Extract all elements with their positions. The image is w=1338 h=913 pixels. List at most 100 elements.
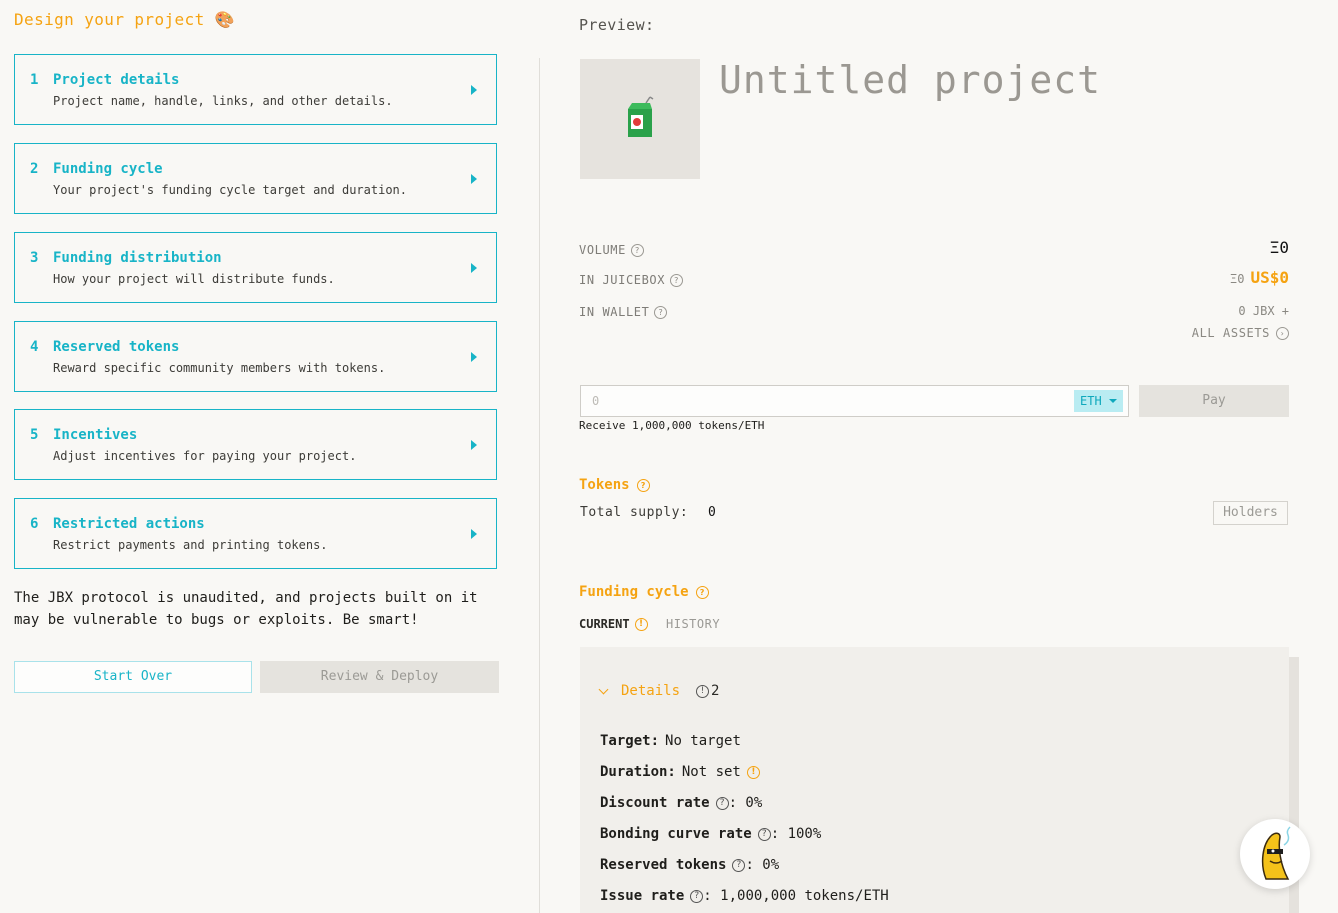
detail-key: Reserved tokens (600, 857, 727, 873)
tokens-title-text: Tokens (579, 477, 630, 493)
pay-amount-input[interactable]: 0 ETH (580, 385, 1129, 417)
caret-right-icon (471, 174, 477, 184)
step-description: Your project's funding cycle target and … (53, 183, 408, 197)
caret-down-icon (1109, 399, 1117, 403)
detail-key: Target: (600, 733, 660, 749)
design-title-text: Design your project (14, 10, 205, 29)
help-icon[interactable]: ? (732, 858, 746, 872)
step-number: 3 (30, 250, 39, 266)
project-logo (580, 59, 700, 179)
step-title: Reserved tokens (53, 339, 180, 355)
detail-issue-rate: Issue rate ? : 1,000,000 tokens/ETH (600, 888, 889, 904)
step-number: 5 (30, 427, 39, 443)
step-description: How your project will distribute funds. (53, 272, 335, 286)
step-description: Project name, handle, links, and other d… (53, 94, 393, 108)
volume-value: Ξ0 (1269, 238, 1289, 257)
help-icon[interactable]: ? (670, 273, 684, 287)
step-description: Adjust incentives for paying your projec… (53, 449, 357, 463)
detail-value: Not set (681, 764, 741, 780)
wallet-label: IN WALLET ? (579, 305, 668, 319)
review-deploy-button[interactable]: Review & Deploy (260, 661, 499, 693)
caret-right-icon (471, 529, 477, 539)
help-icon[interactable]: ? (654, 305, 668, 319)
details-count-value: 2 (711, 683, 720, 699)
detail-bonding-curve: Bonding curve rate ? : 100% (600, 826, 821, 842)
juicebox-label: IN JUICEBOX ? (579, 273, 684, 287)
help-icon[interactable]: ? (690, 889, 704, 903)
caret-right-icon (471, 440, 477, 450)
step-incentives[interactable]: 5 Incentives Adjust incentives for payin… (14, 409, 497, 480)
tab-current-label: CURRENT (579, 617, 630, 631)
juicebox-eth-value: Ξ0 (1230, 272, 1245, 286)
tokens-section-title: Tokens ? (579, 477, 650, 493)
receive-rate-text: Receive 1,000,000 tokens/ETH (579, 419, 765, 432)
exclamation-icon: ! (634, 617, 648, 631)
all-assets-text: ALL ASSETS (1191, 326, 1270, 340)
help-icon[interactable]: ? (715, 796, 729, 810)
step-title: Funding distribution (53, 250, 222, 266)
juicebox-label-text: IN JUICEBOX (579, 273, 666, 287)
step-funding-distribution[interactable]: 3 Funding distribution How your project … (14, 232, 497, 303)
step-number: 6 (30, 516, 39, 532)
step-number: 2 (30, 161, 39, 177)
step-project-details[interactable]: 1 Project details Project name, handle, … (14, 54, 497, 125)
help-icon[interactable]: ? (695, 585, 709, 599)
step-funding-cycle[interactable]: 2 Funding cycle Your project's funding c… (14, 143, 497, 214)
pay-placeholder: 0 (592, 394, 600, 408)
start-over-button[interactable]: Start Over (14, 661, 252, 693)
step-restricted-actions[interactable]: 6 Restricted actions Restrict payments a… (14, 498, 497, 569)
palette-icon: 🎨 (214, 10, 235, 29)
detail-reserved-tokens: Reserved tokens ? : 0% (600, 857, 779, 873)
exclamation-icon: ! (696, 684, 710, 698)
tab-current[interactable]: CURRENT ! (579, 617, 648, 631)
caret-right-icon (471, 352, 477, 362)
detail-value: : 100% (770, 826, 822, 842)
detail-target: Target: No target (600, 733, 741, 749)
details-label: Details (621, 683, 681, 699)
detail-value: : 1,000,000 tokens/ETH (703, 888, 889, 904)
funding-cycle-title-text: Funding cycle (579, 584, 689, 600)
preview-label: Preview: (579, 16, 655, 34)
help-icon[interactable]: ? (630, 243, 644, 257)
juicebox-icon (628, 96, 654, 137)
detail-value: : 0% (728, 795, 763, 811)
funding-cycle-panel: Details ! 2 Target: No target Duration: … (580, 647, 1289, 913)
step-number: 4 (30, 339, 39, 355)
step-title: Funding cycle (53, 161, 163, 177)
total-supply-label: Total supply: (580, 505, 689, 520)
juicebox-usd-value: US$0 (1250, 268, 1289, 287)
arrow-right-circle-icon: › (1276, 326, 1289, 340)
pay-button[interactable]: Pay (1139, 385, 1289, 417)
detail-discount-rate: Discount rate ? : 0% (600, 795, 762, 811)
detail-value: : 0% (745, 857, 780, 873)
caret-right-icon (471, 85, 477, 95)
detail-key: Discount rate (600, 795, 710, 811)
banny-avatar-button[interactable] (1240, 819, 1310, 889)
help-icon[interactable]: ? (636, 478, 650, 492)
caret-right-icon (471, 263, 477, 273)
currency-select[interactable]: ETH (1074, 390, 1123, 412)
step-title: Project details (53, 72, 180, 88)
detail-key: Issue rate (600, 888, 685, 904)
tab-history[interactable]: HISTORY (666, 617, 720, 631)
step-description: Reward specific community members with t… (53, 361, 386, 375)
step-title: Restricted actions (53, 516, 205, 532)
help-icon[interactable]: ? (757, 827, 771, 841)
step-reserved-tokens[interactable]: 4 Reserved tokens Reward specific commun… (14, 321, 497, 392)
banana-mascot-icon (1261, 826, 1291, 880)
funding-cycle-title: Funding cycle ? (579, 584, 709, 600)
total-supply-value: 0 (708, 505, 716, 520)
column-divider (539, 58, 540, 913)
unaudited-warning: The JBX protocol is unaudited, and proje… (14, 590, 478, 628)
volume-label-text: VOLUME (579, 243, 626, 257)
warning-icon[interactable]: ! (746, 765, 760, 779)
holders-button[interactable]: Holders (1213, 501, 1288, 525)
step-number: 1 (30, 72, 39, 88)
design-title: Design your project 🎨 (14, 10, 235, 29)
all-assets-link[interactable]: ALL ASSETS › (1192, 326, 1289, 340)
volume-label: VOLUME ? (579, 243, 644, 257)
details-toggle[interactable]: Details ! 2 (598, 683, 720, 699)
detail-value: No target (665, 733, 741, 749)
currency-label: ETH (1080, 394, 1102, 408)
juicebox-value: Ξ0 US$0 (1230, 268, 1289, 287)
